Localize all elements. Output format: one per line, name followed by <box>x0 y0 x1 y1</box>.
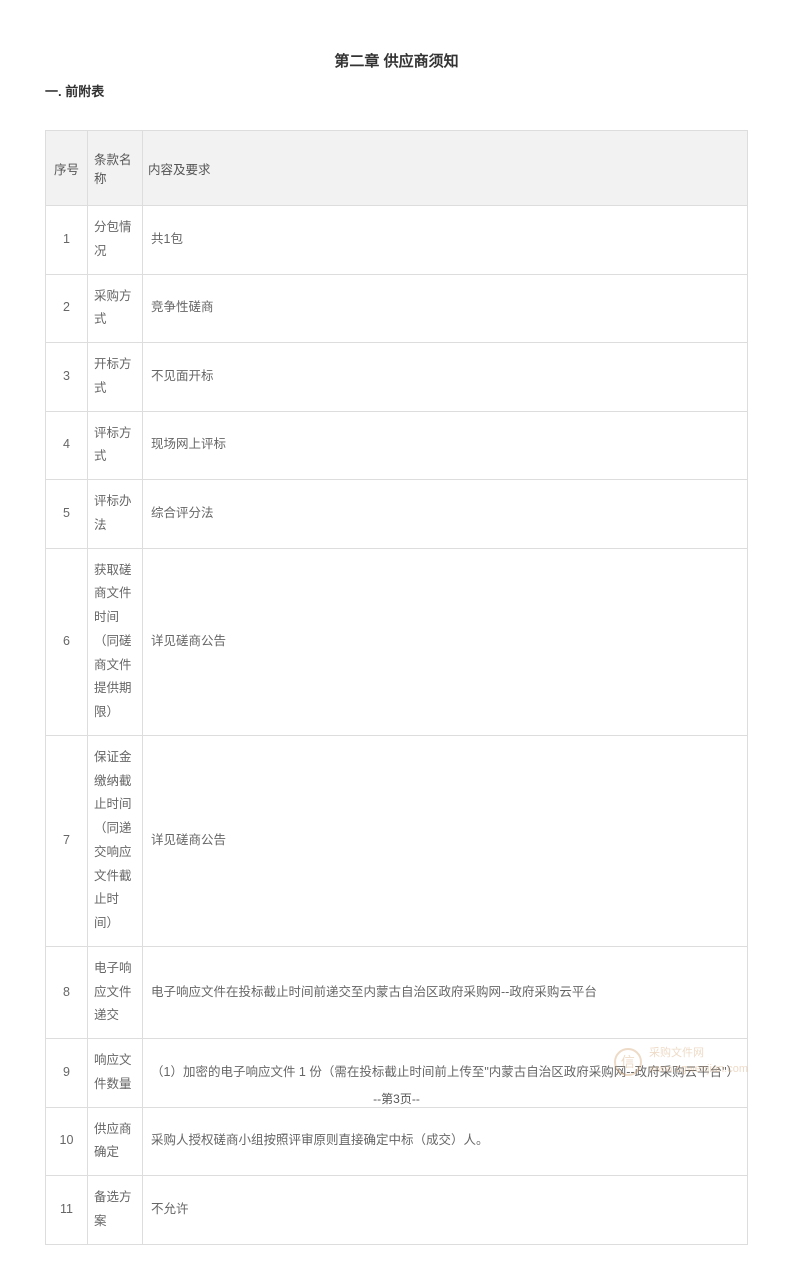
section-title: 一. 前附表 <box>45 81 748 100</box>
table-row: 6 获取磋商文件时间（同磋商文件提供期限） 详见磋商公告 <box>46 548 748 735</box>
page-footer: --第3页-- <box>0 1090 793 1107</box>
cell-clause: 开标方式 <box>88 343 143 412</box>
cell-content: 详见磋商公告 <box>143 548 748 735</box>
table-row: 8 电子响应文件递交 电子响应文件在投标截止时间前递交至内蒙古自治区政府采购网-… <box>46 946 748 1038</box>
watermark: 信 采购文件网 www.cgwenjian.com <box>614 1046 748 1077</box>
cell-content: 综合评分法 <box>143 480 748 549</box>
cell-content: 采购人授权磋商小组按照评审原则直接确定中标（成交）人。 <box>143 1107 748 1176</box>
header-content: 内容及要求 <box>143 131 748 206</box>
cell-clause: 评标方式 <box>88 411 143 480</box>
cell-clause: 评标办法 <box>88 480 143 549</box>
cell-clause: 电子响应文件递交 <box>88 946 143 1038</box>
cell-content: 共1包 <box>143 206 748 275</box>
table-row: 7 保证金缴纳截止时间（同递交响应文件截止时间） 详见磋商公告 <box>46 735 748 946</box>
table-row: 4 评标方式 现场网上评标 <box>46 411 748 480</box>
cell-index: 10 <box>46 1107 88 1176</box>
cell-index: 4 <box>46 411 88 480</box>
cell-index: 5 <box>46 480 88 549</box>
cell-index: 8 <box>46 946 88 1038</box>
cell-clause: 采购方式 <box>88 274 143 343</box>
header-index: 序号 <box>46 131 88 206</box>
table-row: 2 采购方式 竞争性磋商 <box>46 274 748 343</box>
cell-content: 现场网上评标 <box>143 411 748 480</box>
cell-clause: 分包情况 <box>88 206 143 275</box>
cell-index: 11 <box>46 1176 88 1245</box>
cell-index: 3 <box>46 343 88 412</box>
cell-clause: 备选方案 <box>88 1176 143 1245</box>
table-row: 3 开标方式 不见面开标 <box>46 343 748 412</box>
cell-content: 不见面开标 <box>143 343 748 412</box>
cell-content: 竞争性磋商 <box>143 274 748 343</box>
table-row: 5 评标办法 综合评分法 <box>46 480 748 549</box>
table-row: 10 供应商确定 采购人授权磋商小组按照评审原则直接确定中标（成交）人。 <box>46 1107 748 1176</box>
table-row: 11 备选方案 不允许 <box>46 1176 748 1245</box>
cell-clause: 供应商确定 <box>88 1107 143 1176</box>
preface-table: 序号 条款名称 内容及要求 1 分包情况 共1包 2 采购方式 竞争性磋商 3 … <box>45 130 748 1245</box>
cell-index: 6 <box>46 548 88 735</box>
watermark-title: 采购文件网 <box>649 1047 704 1059</box>
header-clause: 条款名称 <box>88 131 143 206</box>
cell-clause: 获取磋商文件时间（同磋商文件提供期限） <box>88 548 143 735</box>
cell-index: 1 <box>46 206 88 275</box>
watermark-logo-icon: 信 <box>614 1048 642 1076</box>
cell-content: 不允许 <box>143 1176 748 1245</box>
chapter-title: 第二章 供应商须知 <box>45 50 748 71</box>
table-row: 1 分包情况 共1包 <box>46 206 748 275</box>
watermark-url: www.cgwenjian.com <box>649 1063 748 1075</box>
cell-index: 7 <box>46 735 88 946</box>
cell-content: 详见磋商公告 <box>143 735 748 946</box>
cell-content: 电子响应文件在投标截止时间前递交至内蒙古自治区政府采购网--政府采购云平台 <box>143 946 748 1038</box>
cell-index: 2 <box>46 274 88 343</box>
cell-clause: 保证金缴纳截止时间（同递交响应文件截止时间） <box>88 735 143 946</box>
